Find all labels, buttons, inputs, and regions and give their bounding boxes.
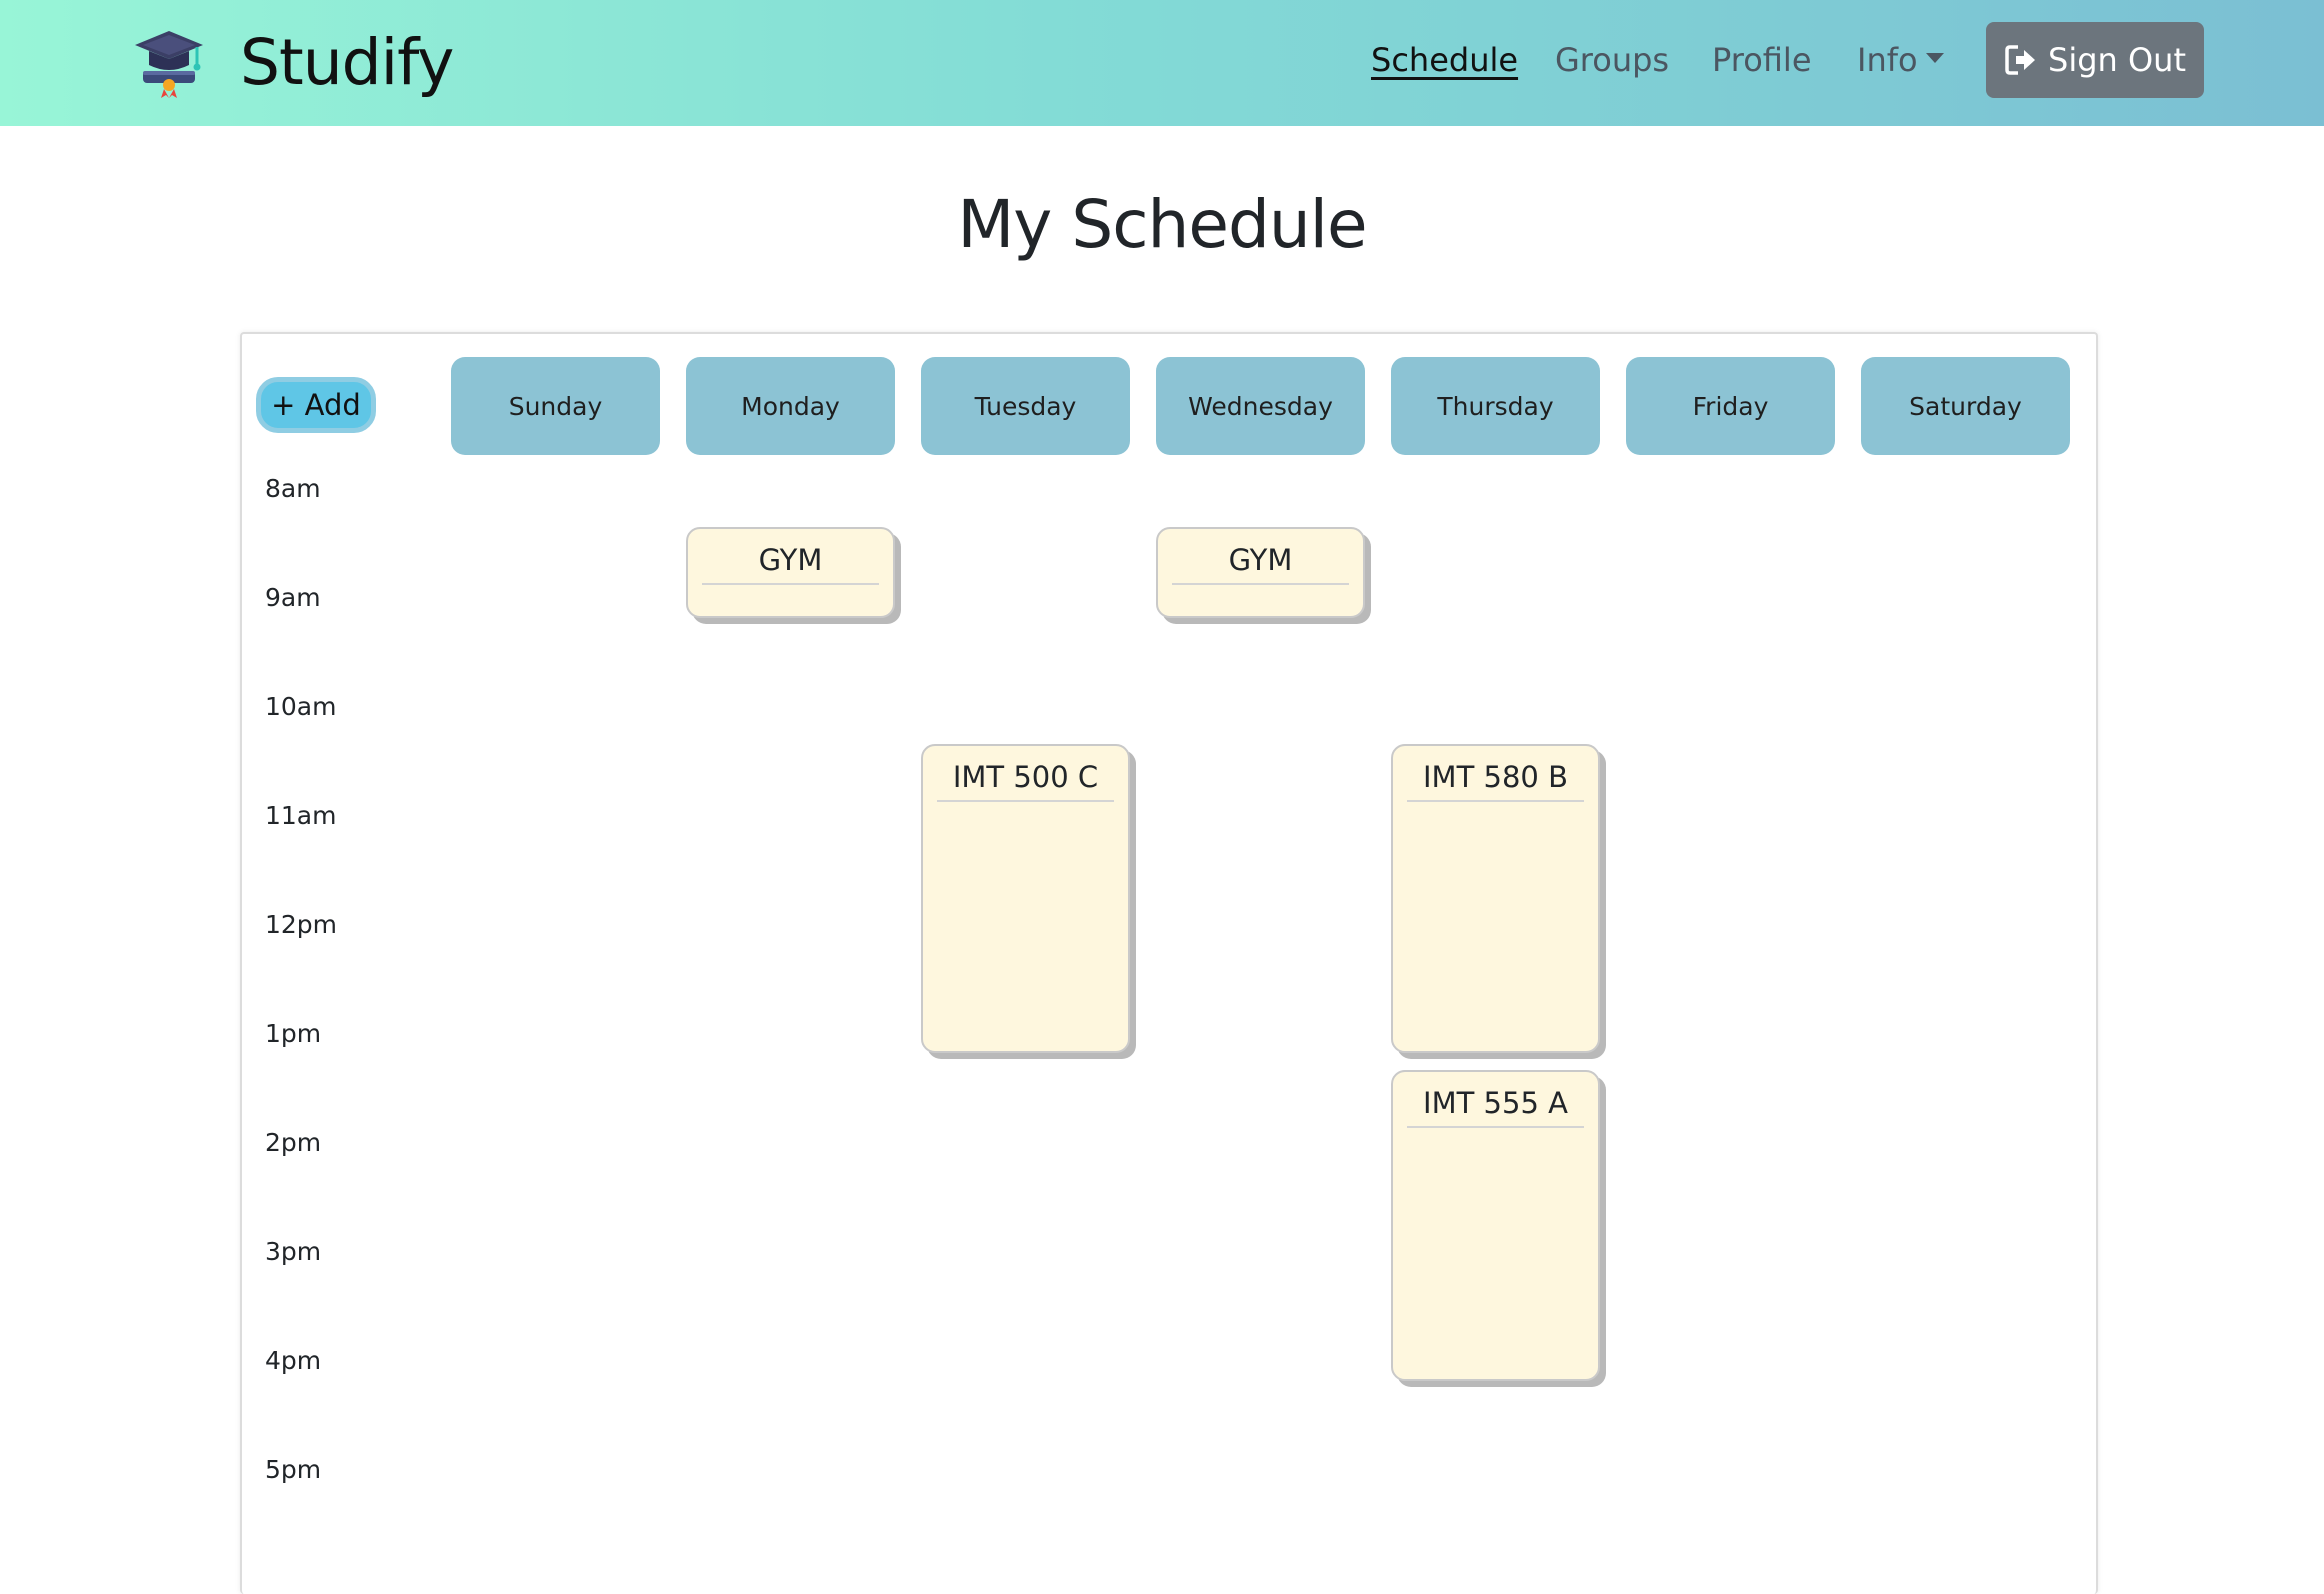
brand[interactable]: Studify [133,20,454,106]
time-label: 11am [265,801,337,830]
nav-info-label: Info [1857,41,1918,79]
graduation-cap-logo-icon [135,31,203,98]
sign-out-label: Sign Out [2048,41,2186,79]
navbar: Studify Schedule Groups Profile Info Sig… [0,0,2324,126]
time-label: 10am [265,692,337,721]
sign-out-button[interactable]: Sign Out [1986,22,2204,98]
event-card-gym-monday[interactable]: GYM [686,527,895,618]
time-label: 8am [265,474,321,503]
nav-schedule-link[interactable]: Schedule [1371,30,1518,90]
event-title: IMT 580 B [1407,746,1584,802]
day-header-tuesday[interactable]: Tuesday [921,357,1130,455]
day-header-monday[interactable]: Monday [686,357,895,455]
page-title: My Schedule [957,186,1367,263]
time-label: 4pm [265,1346,322,1375]
day-header-thursday[interactable]: Thursday [1391,357,1600,455]
day-header-friday[interactable]: Friday [1626,357,1835,455]
caret-down-icon [1925,53,1944,63]
brand-name[interactable]: Studify [240,20,454,106]
nav-info-dropdown[interactable]: Info [1857,30,1944,90]
event-title: IMT 500 C [937,746,1114,802]
event-card-imt-580-b[interactable]: IMT 580 B [1391,744,1600,1053]
day-header-wednesday[interactable]: Wednesday [1156,357,1365,455]
day-header-saturday[interactable]: Saturday [1861,357,2070,455]
time-label: 2pm [265,1128,322,1157]
event-card-imt-555-a[interactable]: IMT 555 A [1391,1070,1600,1381]
event-title: IMT 555 A [1407,1072,1584,1128]
event-title: GYM [1172,529,1349,585]
time-label: 1pm [265,1019,322,1048]
sign-out-icon [2005,45,2035,75]
time-label: 3pm [265,1237,322,1266]
event-card-gym-wednesday[interactable]: GYM [1156,527,1365,618]
time-label: 12pm [265,910,338,939]
event-card-imt-500-c[interactable]: IMT 500 C [921,744,1130,1053]
day-header-sunday[interactable]: Sunday [451,357,660,455]
time-label: 5pm [265,1455,322,1484]
nav-groups-link[interactable]: Groups [1555,30,1669,90]
event-title: GYM [702,529,879,585]
schedule-card [240,332,2098,1594]
add-event-button[interactable]: + Add [256,377,376,433]
time-label: 9am [265,583,321,612]
nav-profile-link[interactable]: Profile [1712,30,1812,90]
